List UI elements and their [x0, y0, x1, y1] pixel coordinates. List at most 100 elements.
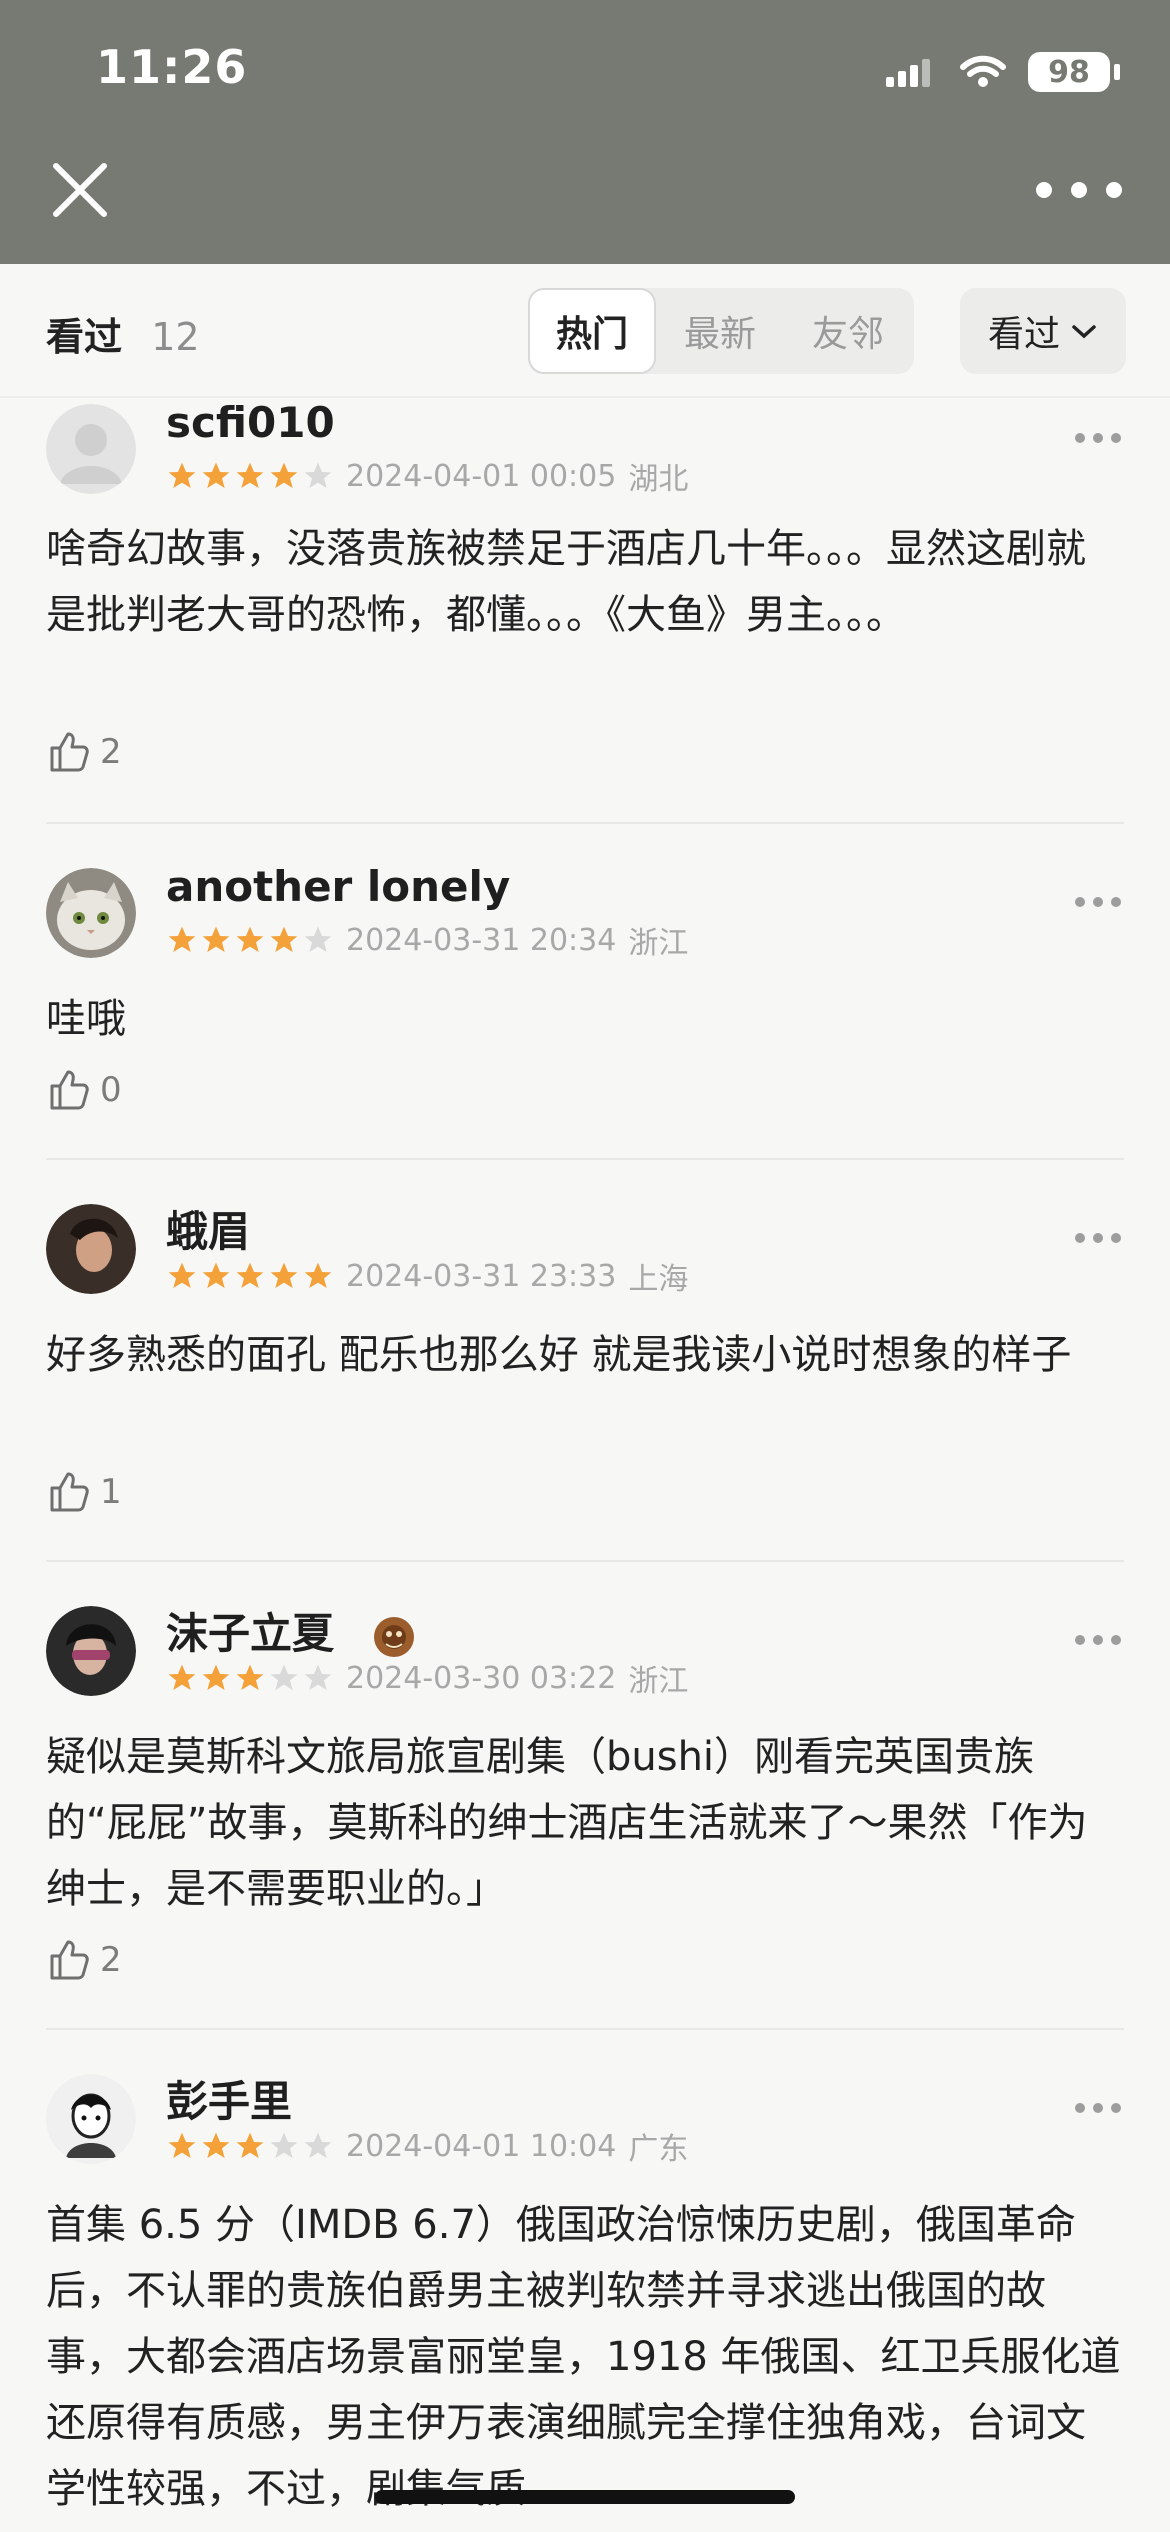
- more-icon[interactable]: [1072, 426, 1124, 450]
- like-count: 1: [100, 1472, 122, 1512]
- star-filled-icon: [236, 2132, 264, 2158]
- username[interactable]: another lonely: [166, 862, 510, 911]
- watched-dropdown[interactable]: 看过: [960, 288, 1126, 374]
- rating-stars: [166, 1662, 334, 1694]
- thumbs-up-icon: [50, 1070, 89, 1110]
- star-filled-icon: [202, 1664, 230, 1690]
- review-date: 2024-03-31 23:33: [346, 1258, 617, 1294]
- like-count: 2: [100, 732, 122, 772]
- divider: [46, 1158, 1124, 1160]
- watched-number: 12: [151, 315, 200, 359]
- star-filled-icon: [236, 1262, 264, 1288]
- review-text: 首集 6.5 分（IMDB 6.7）俄国政治惊悚历史剧，俄国革命后，不认罪的贵族…: [46, 2202, 1121, 2512]
- review-date: 2024-03-30 03:22: [346, 1660, 617, 1696]
- star-filled-icon: [202, 1262, 230, 1288]
- star-filled-icon: [168, 926, 196, 952]
- review-meta: 2024-04-01 00:05 湖北: [166, 454, 688, 498]
- more-icon[interactable]: [1072, 1628, 1124, 1652]
- home-indicator: [375, 2490, 795, 2504]
- chevron-down-icon: [1072, 325, 1096, 339]
- more-icon[interactable]: [1024, 160, 1134, 220]
- review-text: 疑似是莫斯科文旅局旅宣剧集（bushi）刚看完英国贵族的“屁屁”故事，莫斯科的绅…: [46, 1734, 1088, 1912]
- star-filled-icon: [202, 2132, 230, 2158]
- review-meta: 2024-03-31 23:33 上海: [166, 1254, 688, 1298]
- review-text: 哇哦: [46, 996, 126, 1042]
- like-button[interactable]: 1: [46, 1464, 122, 1520]
- watched-count: 看过 12: [46, 306, 200, 361]
- review-region: 湖北: [628, 462, 689, 497]
- star-filled-icon: [168, 462, 196, 488]
- rating-stars: [166, 2130, 334, 2162]
- star-empty-icon: [304, 462, 332, 488]
- star-filled-icon: [202, 926, 230, 952]
- review-meta: 2024-03-31 20:34 浙江: [166, 918, 688, 962]
- tab-hot[interactable]: 热门: [528, 288, 656, 374]
- review-text: 啥奇幻故事，没落贵族被禁足于酒店几十年。。。显然这剧就是批判老大哥的恐怖，都懂。…: [46, 526, 1086, 638]
- username[interactable]: 蛾眉: [166, 1198, 250, 1259]
- review-date: 2024-04-01 10:04: [346, 2128, 617, 2164]
- tab-friends[interactable]: 友邻: [784, 288, 912, 374]
- divider: [46, 2028, 1124, 2030]
- username[interactable]: scfi010: [166, 398, 335, 447]
- like-count: 2: [100, 1940, 122, 1980]
- wifi-icon: [960, 55, 1006, 87]
- avatar[interactable]: [46, 2074, 136, 2164]
- review-region: 广东: [628, 2132, 689, 2167]
- review-meta: 2024-03-30 03:22 浙江: [166, 1656, 688, 1700]
- star-filled-icon: [270, 926, 298, 952]
- star-filled-icon: [168, 2132, 196, 2158]
- star-filled-icon: [236, 462, 264, 488]
- divider: [46, 1560, 1124, 1562]
- top-bar: 11:26 98: [0, 0, 1170, 264]
- star-filled-icon: [236, 1664, 264, 1690]
- tab-latest[interactable]: 最新: [656, 288, 784, 374]
- review-region: 上海: [628, 1262, 689, 1297]
- username[interactable]: 沫子立夏: [166, 1600, 421, 1664]
- divider: [46, 822, 1124, 824]
- review-region: 浙江: [628, 1664, 689, 1699]
- star-filled-icon: [168, 1664, 196, 1690]
- star-filled-icon: [270, 1262, 298, 1288]
- status-icons: 98: [884, 44, 1120, 100]
- signal-icon: [886, 59, 930, 87]
- star-filled-icon: [202, 462, 230, 488]
- more-icon[interactable]: [1072, 890, 1124, 914]
- sort-tabs: 热门 最新 友邻: [528, 288, 914, 374]
- avatar[interactable]: [46, 404, 136, 494]
- avatar[interactable]: [46, 868, 136, 958]
- like-button[interactable]: 2: [46, 724, 122, 780]
- more-icon[interactable]: [1072, 1226, 1124, 1250]
- username-text: 沫子立夏: [166, 1609, 335, 1658]
- username[interactable]: 彭手里: [166, 2068, 292, 2129]
- avatar[interactable]: [46, 1606, 136, 1696]
- review-text: 好多熟悉的面孔 配乐也那么好 就是我读小说时想象的样子: [46, 1332, 1072, 1378]
- filter-bar: 看过 12 热门 最新 友邻 看过: [0, 264, 1170, 398]
- star-filled-icon: [236, 926, 264, 952]
- battery-indicator: 98: [1028, 52, 1120, 92]
- avatar[interactable]: [46, 1204, 136, 1294]
- review-meta: 2024-04-01 10:04 广东: [166, 2124, 688, 2168]
- rating-stars: [166, 1260, 334, 1292]
- rating-stars: [166, 460, 334, 492]
- watched-label: 看过: [46, 315, 123, 359]
- star-empty-icon: [270, 2132, 298, 2158]
- like-button[interactable]: 2: [46, 1932, 122, 1988]
- status-time: 11:26: [96, 40, 248, 94]
- dropdown-label: 看过: [987, 314, 1060, 355]
- star-filled-icon: [168, 1262, 196, 1288]
- review-region: 浙江: [628, 926, 689, 961]
- star-empty-icon: [304, 926, 332, 952]
- thumbs-up-icon: [50, 1940, 89, 1980]
- star-filled-icon: [270, 462, 298, 488]
- star-filled-icon: [304, 1262, 332, 1288]
- more-icon[interactable]: [1072, 2096, 1124, 2120]
- star-empty-icon: [304, 1664, 332, 1690]
- review-date: 2024-03-31 20:34: [346, 922, 617, 958]
- rating-stars: [166, 924, 334, 956]
- star-empty-icon: [270, 1664, 298, 1690]
- like-button[interactable]: 0: [46, 1062, 122, 1118]
- like-count: 0: [100, 1070, 122, 1110]
- thumbs-up-icon: [50, 732, 89, 772]
- star-empty-icon: [304, 2132, 332, 2158]
- close-icon[interactable]: [40, 150, 120, 230]
